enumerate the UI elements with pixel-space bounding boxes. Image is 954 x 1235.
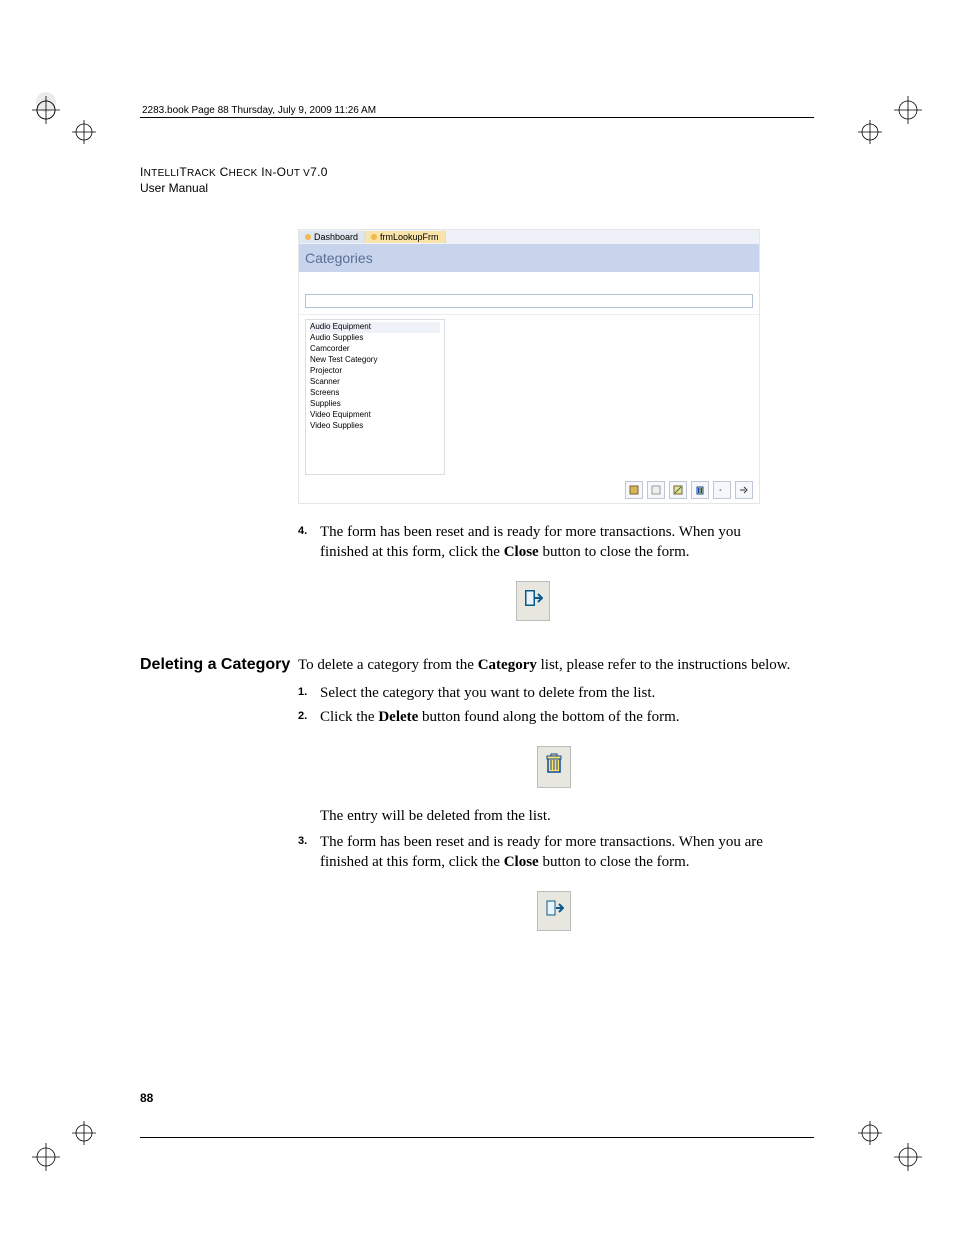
doc-title: INTELLITRACK CHECK IN-OUT V7.0 [140,165,810,179]
save-icon[interactable] [625,481,643,499]
doc-subtitle: User Manual [140,181,810,195]
list-item[interactable]: New Test Category [310,355,440,366]
help-icon[interactable]: • [713,481,731,499]
crop-mark-icon [854,1119,924,1175]
section-intro: To delete a category from the Category l… [298,655,810,675]
step-number: 2. [298,707,320,727]
section-title: Deleting a Category [140,655,298,949]
crop-mark-icon [854,90,924,146]
list-item[interactable]: Supplies [310,399,440,410]
svg-text:•: • [719,486,722,495]
list-item[interactable]: Projector [310,366,440,377]
step-text: The form has been reset and is ready for… [320,832,810,873]
step-note: The entry will be deleted from the list. [320,806,810,826]
list-item[interactable]: Camcorder [310,344,440,355]
list-item[interactable]: Audio Supplies [310,333,440,344]
tab-label: Dashboard [314,232,358,242]
category-list[interactable]: Audio Equipment Audio Supplies Camcorder… [305,319,445,475]
delete-icon[interactable] [691,481,709,499]
step-number: 3. [298,832,320,873]
delete-button-icon [537,746,571,788]
header-rule [140,117,814,118]
close-icon[interactable] [735,481,753,499]
header-tag: 2283.book Page 88 Thursday, July 9, 2009… [142,105,376,116]
step-text: The form has been reset and is ready for… [320,522,768,563]
list-item[interactable]: Scanner [310,377,440,388]
footer-rule [140,1137,814,1138]
step-number: 4. [298,522,320,563]
close-button-icon [516,581,550,621]
step-text: Select the category that you want to del… [320,683,810,703]
crop-mark-icon [30,1119,100,1175]
tab-lookup-form[interactable]: frmLookupFrm [365,231,446,243]
tab-dashboard[interactable]: Dashboard [299,231,365,243]
list-item[interactable]: Video Supplies [310,421,440,432]
tab-label: frmLookupFrm [380,232,439,242]
list-item[interactable]: Video Equipment [310,410,440,421]
new-icon[interactable] [647,481,665,499]
close-button-icon [537,891,571,931]
list-item[interactable]: Audio Equipment [310,322,440,333]
form-title: Categories [299,244,759,272]
step-text: Click the Delete button found along the … [320,707,810,727]
crop-mark-icon [30,90,100,146]
edit-icon[interactable] [669,481,687,499]
step-number: 1. [298,683,320,703]
categories-form-screenshot: Dashboard frmLookupFrm Categories Audio … [298,229,760,504]
list-item[interactable]: Screens [310,388,440,399]
page-number: 88 [140,1091,153,1105]
search-input[interactable] [305,294,753,308]
